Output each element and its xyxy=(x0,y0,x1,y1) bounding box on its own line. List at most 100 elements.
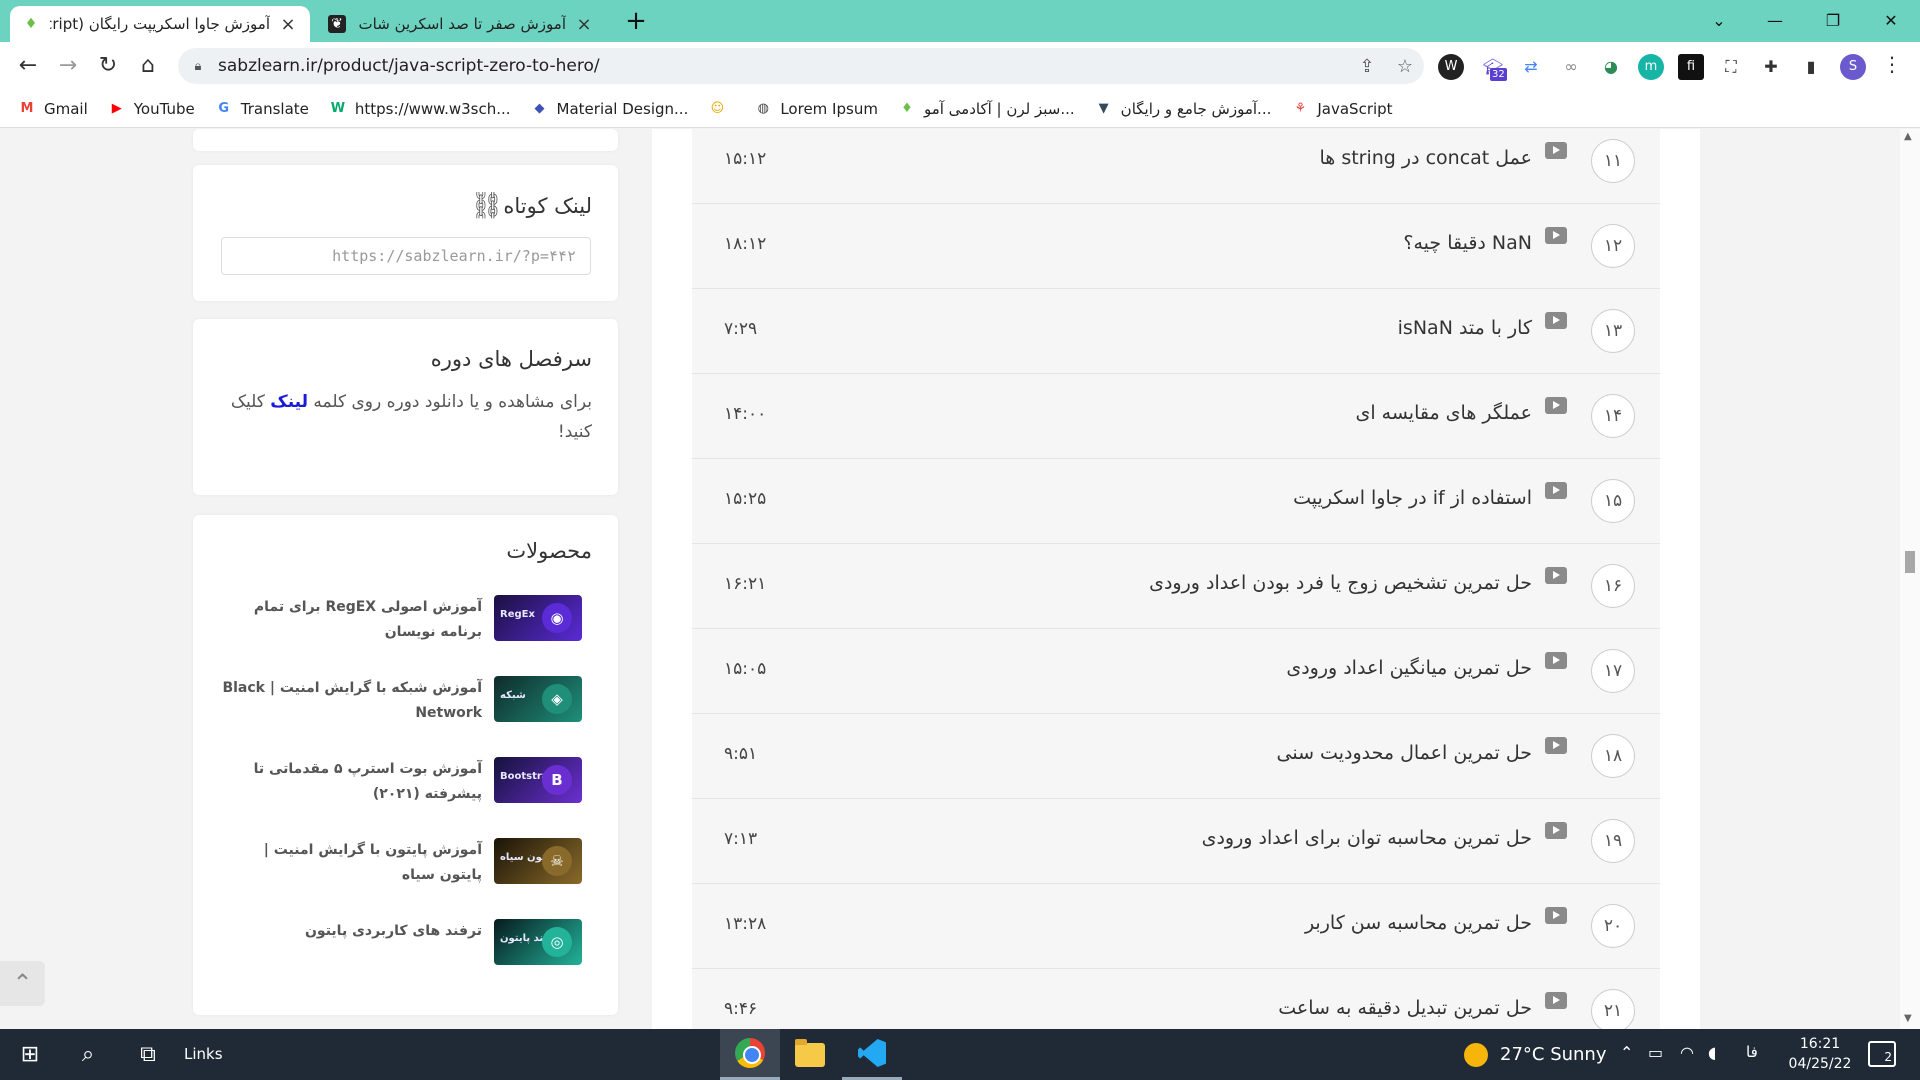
product-item[interactable]: شبکه ◈ آموزش شبکه با گرایش امنیت | Black N… xyxy=(202,676,582,736)
short-link-field[interactable]: https://sabzlearn.ir/?p=۴۴۲ xyxy=(221,237,591,275)
bookmark-item[interactable]: ☺ xyxy=(708,100,734,118)
video-play-icon[interactable] xyxy=(1545,822,1567,839)
chrome-menu-icon[interactable]: ⋮ xyxy=(1882,52,1902,76)
video-play-icon[interactable] xyxy=(1545,227,1567,244)
bookmark-item[interactable]: M Gmail xyxy=(18,100,88,118)
product-name[interactable]: آموزش شبکه با گرایش امنیت | Black Networ… xyxy=(222,676,482,726)
product-item[interactable]: RegEx ◉ آموزش اصولی RegEX برای تمام برنامه… xyxy=(202,595,582,655)
lesson-title[interactable]: حل تمرین میانگین اعداد ورودی xyxy=(1286,657,1532,679)
lesson-row[interactable]: ۱۹ حل تمرین محاسبه توان برای اعداد ورودی ۷… xyxy=(692,799,1660,884)
incognito-extension-icon[interactable]: ∞ xyxy=(1558,54,1584,80)
lesson-title[interactable]: حل تمرین تشخیص زوج یا فرد بودن اعداد ورو… xyxy=(1149,572,1532,594)
tab-javascript-course[interactable]: ♦ آموزش جاوا اسکریپت رایگان (Script × xyxy=(10,6,310,42)
bookmark-item[interactable]: Whttps://www.w3sch... xyxy=(329,100,511,118)
weather-sun-icon[interactable] xyxy=(1464,1043,1488,1067)
maximize-button[interactable]: ❐ xyxy=(1810,4,1856,38)
lesson-row[interactable]: ۱۶ حل تمرین تشخیص زوج یا فرد بودن اعداد و… xyxy=(692,544,1660,629)
url-text[interactable]: sabzlearn.ir/product/java-script-zero-to… xyxy=(218,56,1348,76)
weather-text[interactable]: 27°C Sunny xyxy=(1500,1044,1607,1065)
tray-chevron-icon[interactable]: ⌃ xyxy=(1620,1043,1633,1062)
bookmark-item[interactable]: G Translate xyxy=(215,100,308,118)
video-play-icon[interactable] xyxy=(1545,482,1567,499)
extensions-puzzle-icon[interactable]: ✚ xyxy=(1758,54,1784,80)
lesson-row[interactable]: ۱۳ کار با متد isNaN ۷:۲۹ xyxy=(692,289,1660,374)
extension-hat-icon[interactable]: 🎓︎ 32 xyxy=(1480,54,1507,81)
home-icon[interactable]: ⌂ xyxy=(132,50,164,82)
windows-start-icon[interactable]: ⊞ xyxy=(12,1037,48,1073)
lesson-title[interactable]: حل تمرین محاسبه توان برای اعداد ورودی xyxy=(1202,827,1532,849)
bookmark-item[interactable]: ◍ Lorem Ipsum xyxy=(754,100,878,118)
lesson-row[interactable]: ۱۷ حل تمرین میانگین اعداد ورودی ۱۵:۰۵ xyxy=(692,629,1660,714)
product-name[interactable]: آموزش بوت استرپ ۵ مقدماتی تا پیشرفته (۲۰… xyxy=(222,757,482,807)
page-scrollbar[interactable]: ▲ ▼ xyxy=(1900,129,1920,1029)
taskbar-vscode[interactable] xyxy=(842,1029,902,1080)
product-thumbnail[interactable]: Bootstrap B xyxy=(494,757,582,803)
lesson-row[interactable]: ۱۱ عمل concat در string ها ۱۵:۱۲ xyxy=(692,129,1660,204)
share-icon[interactable]: ⇪ xyxy=(1348,56,1386,77)
bookmark-star-icon[interactable]: ☆ xyxy=(1386,56,1424,77)
forward-icon[interactable]: → xyxy=(52,50,84,82)
bookmark-item[interactable]: ▼ آموزش جامع و رایگان... xyxy=(1095,100,1272,118)
scroll-to-top-button[interactable]: ⌃ xyxy=(0,961,45,1006)
product-item[interactable]: پایتون سیاه ☠ آموزش پایتون با گرایش امنیت … xyxy=(202,838,582,898)
lesson-row[interactable]: ۱۵ استفاده از if در جاوا اسکریپت ۱۵:۲۵ xyxy=(692,459,1660,544)
product-name[interactable]: آموزش پایتون با گرایش امنیت | پایتون سیا… xyxy=(222,838,482,888)
tab-close-icon[interactable]: × xyxy=(278,14,298,35)
product-thumbnail[interactable]: شبکه ◈ xyxy=(494,676,582,722)
product-name[interactable]: ترفند های کاربردی پایتون xyxy=(222,919,482,944)
video-play-icon[interactable] xyxy=(1545,907,1567,924)
lesson-row[interactable]: ۱۸ حل تمرین اعمال محدودیت سنی ۹:۵۱ xyxy=(692,714,1660,799)
input-language[interactable]: فا xyxy=(1746,1043,1758,1061)
close-window-button[interactable]: ✕ xyxy=(1868,4,1914,38)
clock[interactable]: 16:21 04/25/22 xyxy=(1780,1034,1860,1074)
video-play-icon[interactable] xyxy=(1545,397,1567,414)
taskbar-file-explorer[interactable] xyxy=(780,1029,840,1080)
volume-icon[interactable]: ◖ xyxy=(1708,1043,1716,1062)
font-extension-icon[interactable]: fi xyxy=(1678,54,1704,80)
video-play-icon[interactable] xyxy=(1545,737,1567,754)
m-extension-icon[interactable]: m xyxy=(1638,54,1664,80)
syllabus-link[interactable]: لینک xyxy=(270,392,308,412)
translate-extension-icon[interactable]: ⇄ xyxy=(1518,54,1544,80)
lesson-title[interactable]: حل تمرین اعمال محدودیت سنی xyxy=(1277,742,1532,764)
product-item[interactable]: Bootstrap B آموزش بوت استرپ ۵ مقدماتی تا پ… xyxy=(202,757,582,817)
video-play-icon[interactable] xyxy=(1545,142,1567,159)
wordpress-extension-icon[interactable]: W xyxy=(1438,54,1464,80)
address-bar[interactable]: 🔒︎ sabzlearn.ir/product/java-script-zero… xyxy=(178,48,1424,84)
bookmark-item[interactable]: ⚘ JavaScript xyxy=(1291,100,1393,118)
lesson-title[interactable]: استفاده از if در جاوا اسکریپت xyxy=(1293,487,1532,509)
links-toolbar[interactable]: Links xyxy=(184,1045,223,1063)
lesson-row[interactable]: ۱۲ NaN دقیقا چیه؟ ۱۸:۱۲ xyxy=(692,204,1660,289)
lock-icon[interactable]: 🔒︎ xyxy=(178,59,218,74)
product-thumbnail[interactable]: پایتون سیاه ☠ xyxy=(494,838,582,884)
screenshot-extension-icon[interactable]: ⛶ xyxy=(1718,54,1744,80)
video-play-icon[interactable] xyxy=(1545,312,1567,329)
product-name[interactable]: آموزش اصولی RegEX برای تمام برنامه نویسا… xyxy=(222,595,482,645)
tab-close-icon[interactable]: × xyxy=(574,14,594,35)
new-tab-button[interactable]: + xyxy=(622,8,650,36)
scrollbar-thumb[interactable] xyxy=(1905,551,1915,573)
bookmark-item[interactable]: ◆ Material Design... xyxy=(531,100,689,118)
notifications-icon[interactable]: 2 xyxy=(1868,1041,1896,1067)
profile-avatar[interactable]: S xyxy=(1840,54,1866,80)
scroll-down-arrow-icon[interactable]: ▼ xyxy=(1904,1013,1912,1024)
video-play-icon[interactable] xyxy=(1545,567,1567,584)
task-view-icon[interactable]: ⧉ xyxy=(130,1037,166,1073)
globe-extension-icon[interactable]: ◕ xyxy=(1598,54,1624,80)
lesson-row[interactable]: ۱۴ عملگر های مقایسه ای ۱۴:۰۰ xyxy=(692,374,1660,459)
lesson-title[interactable]: عملگر های مقایسه ای xyxy=(1355,402,1532,424)
product-thumbnail[interactable]: ترفند پایتون ◎ xyxy=(494,919,582,965)
side-panel-icon[interactable]: ▮ xyxy=(1798,54,1824,80)
tab-screenshot-course[interactable]: ❦ آموزش صفر تا صد اسکرین شات در × xyxy=(316,6,606,42)
back-icon[interactable]: ← xyxy=(12,50,44,82)
lesson-title[interactable]: حل تمرین محاسبه سن کاربر xyxy=(1305,912,1532,934)
lesson-title[interactable]: کار با متد isNaN xyxy=(1398,317,1532,339)
lesson-title[interactable]: NaN دقیقا چیه؟ xyxy=(1403,232,1532,254)
tab-search-dropdown-icon[interactable]: ⌄ xyxy=(1696,4,1742,38)
product-thumbnail[interactable]: RegEx ◉ xyxy=(494,595,582,641)
scroll-up-arrow-icon[interactable]: ▲ xyxy=(1904,131,1912,142)
product-item[interactable]: ترفند پایتون ◎ ترفند های کاربردی پایتون xyxy=(202,919,582,979)
battery-icon[interactable]: ▭ xyxy=(1648,1043,1663,1062)
lesson-row[interactable]: ۲۱ حل تمرین تبدیل دقیقه به ساعت ۹:۴۶ xyxy=(692,969,1660,1029)
taskbar-chrome[interactable] xyxy=(720,1029,780,1080)
